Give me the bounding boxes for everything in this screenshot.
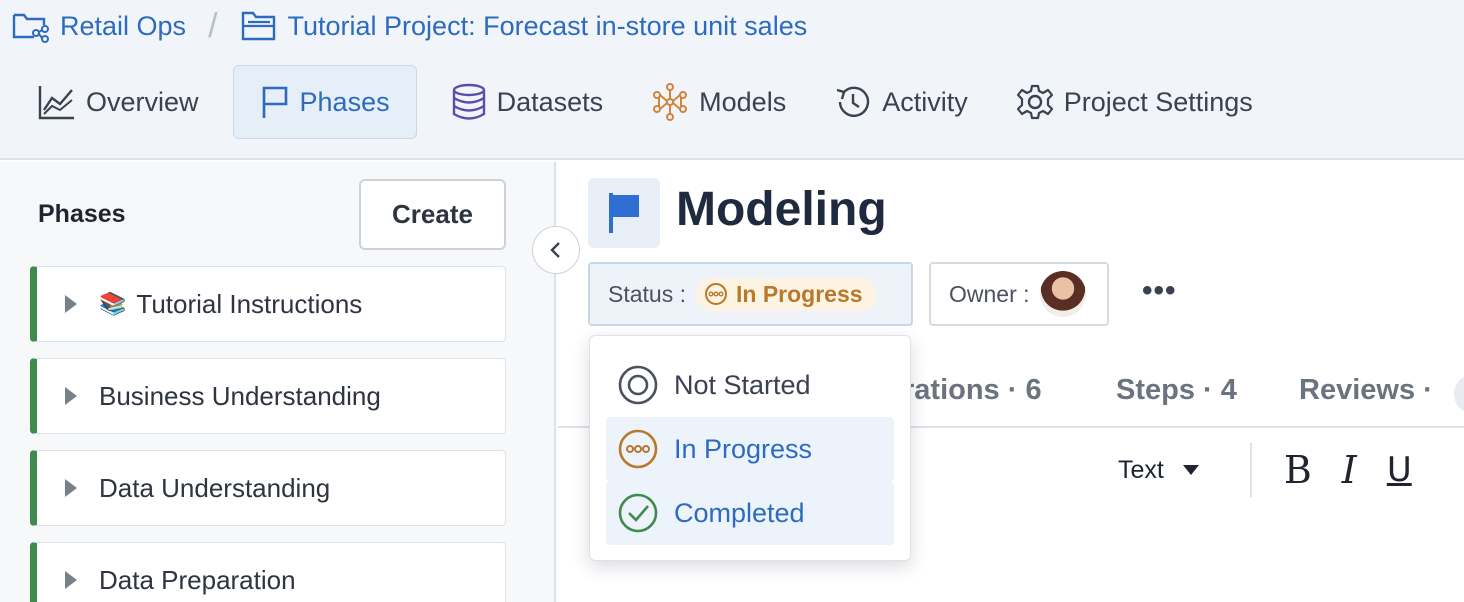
sidebar-title: Phases (38, 200, 126, 228)
project-folder-icon (240, 9, 278, 43)
status-option-not-started[interactable]: Not Started (606, 353, 894, 417)
breadcrumb-project[interactable]: Tutorial Project: Forecast in-store unit… (240, 9, 808, 43)
breadcrumb-project-label: Tutorial Project: Forecast in-store unit… (287, 10, 808, 41)
history-icon (834, 83, 872, 121)
tab-models[interactable]: Models (637, 65, 800, 139)
phase-flag-badge (588, 178, 660, 248)
owner-label: Owner : (949, 280, 1030, 307)
workspace-folder-icon (12, 9, 50, 43)
flag-filled-icon (606, 191, 642, 235)
sidebar-item-label: Data Preparation (99, 564, 296, 595)
status-option-completed[interactable]: Completed (606, 481, 894, 545)
books-emoji-icon: 📚 (99, 291, 127, 316)
phase-title: Modeling (676, 183, 887, 236)
expand-caret-icon[interactable] (65, 387, 77, 405)
status-value: In Progress (735, 280, 863, 307)
not-started-icon (618, 365, 658, 405)
tab-datasets[interactable]: Datasets (437, 65, 618, 139)
italic-button[interactable]: I (1342, 448, 1357, 492)
editor-toolbar: Text B I U (1118, 442, 1412, 498)
sidebar-item-label: Data Understanding (99, 472, 331, 503)
owner-selector[interactable]: Owner : (929, 262, 1109, 326)
reviews-count-badge (1454, 376, 1464, 412)
gear-icon (1016, 83, 1054, 121)
chevron-left-icon (548, 240, 564, 260)
sidebar-item-data-understanding[interactable]: Data Understanding (30, 450, 506, 526)
avatar (1039, 271, 1086, 317)
tab-iterations[interactable]: rations · 6 (903, 374, 1042, 407)
collapse-sidebar-button[interactable] (532, 226, 580, 274)
in-progress-icon (618, 429, 658, 469)
flag-icon (260, 84, 290, 120)
italic-icon: I (1341, 448, 1357, 492)
text-style-label: Text (1118, 455, 1164, 484)
project-header: Retail Ops / Tutorial Project: Forecast … (0, 0, 1464, 160)
tab-activity-label: Activity (882, 86, 968, 117)
text-style-select[interactable]: Text (1118, 456, 1200, 485)
bold-icon: B (1283, 448, 1312, 492)
in-progress-icon (704, 282, 728, 306)
status-option-in-progress[interactable]: In Progress (606, 417, 894, 481)
expand-caret-icon[interactable] (65, 479, 77, 497)
tab-project-settings[interactable]: Project Settings (1002, 65, 1267, 139)
completed-icon (618, 493, 658, 533)
caret-down-icon (1182, 464, 1200, 476)
sidebar-item-tutorial-instructions[interactable]: 📚 Tutorial Instructions (30, 266, 506, 342)
more-options-button[interactable]: ••• (1142, 274, 1177, 308)
breadcrumb-workspace[interactable]: Retail Ops (12, 9, 186, 43)
sidebar-item-label: Business Understanding (99, 380, 381, 411)
phases-sidebar: Phases Create 📚 Tutorial Instructions Bu… (0, 162, 556, 602)
status-label: Status : (608, 280, 686, 307)
bold-button[interactable]: B (1284, 448, 1312, 492)
underline-button[interactable]: U (1387, 450, 1412, 490)
breadcrumb-separator: / (208, 6, 218, 45)
sidebar-item-label: Tutorial Instructions (136, 288, 363, 319)
tab-phases[interactable]: Phases (232, 65, 417, 139)
tab-activity[interactable]: Activity (820, 65, 982, 139)
tab-phases-label: Phases (299, 86, 390, 117)
breadcrumb: Retail Ops / Tutorial Project: Forecast … (12, 6, 807, 46)
breadcrumb-workspace-label: Retail Ops (60, 10, 187, 41)
network-icon (651, 83, 689, 121)
tab-steps[interactable]: Steps · 4 (1116, 374, 1237, 407)
expand-caret-icon[interactable] (65, 571, 77, 589)
underline-icon: U (1386, 450, 1412, 490)
status-option-label: Not Started (674, 369, 811, 400)
toolbar-divider (1249, 443, 1252, 497)
tab-reviews[interactable]: Reviews · (1299, 374, 1433, 407)
status-option-label: In Progress (674, 433, 813, 464)
tab-overview[interactable]: Overview (24, 65, 213, 139)
status-selector[interactable]: Status : In Progress (588, 262, 913, 326)
status-badge: In Progress (695, 277, 877, 311)
line-chart-icon (38, 84, 76, 120)
sidebar-item-business-understanding[interactable]: Business Understanding (30, 358, 506, 434)
tab-models-label: Models (699, 86, 787, 117)
sidebar-item-data-preparation[interactable]: Data Preparation (30, 542, 506, 602)
tab-project-settings-label: Project Settings (1063, 86, 1253, 117)
create-phase-button[interactable]: Create (359, 179, 506, 250)
project-tabs: Overview Phases Datasets Models Activity (24, 64, 1287, 140)
expand-caret-icon[interactable] (65, 295, 77, 313)
database-icon (451, 83, 487, 121)
status-dropdown-menu: Not Started In Progress Completed (589, 335, 911, 561)
tab-overview-label: Overview (86, 86, 199, 117)
tab-datasets-label: Datasets (496, 86, 604, 117)
status-option-label: Completed (674, 497, 805, 528)
